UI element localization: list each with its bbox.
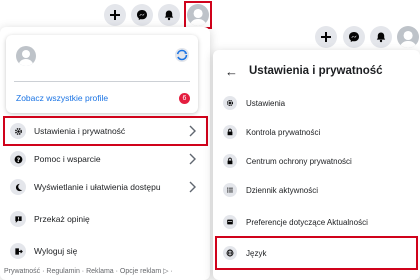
settings-panel-title: Ustawienia i prywatność (249, 65, 383, 77)
settings-item-settings[interactable]: Ustawienia (213, 91, 420, 115)
menu-item-label: Przekaż opinię (34, 214, 90, 224)
menu-item-label: Wyświetlanie i ułatwienia dostępu (34, 182, 161, 192)
menu-item-label: Wyloguj się (34, 246, 78, 256)
footer-links[interactable]: Prywatność · Regulamin · Reklama · Opcje… (4, 267, 173, 275)
profile-avatar (16, 46, 36, 66)
moon-icon (10, 179, 26, 195)
lock-icon (223, 125, 237, 139)
bell-icon (376, 32, 386, 43)
account-menu-panel: Zobacz wszystkie profile 6 Ustawienia i … (0, 27, 210, 280)
settings-item-label: Preferencje dotyczące Aktualności (246, 217, 368, 227)
back-arrow-icon[interactable]: ← (225, 64, 241, 79)
messenger-button[interactable] (131, 4, 153, 26)
messenger-icon (137, 10, 147, 20)
plus-icon (321, 32, 331, 42)
chevron-right-icon (189, 181, 196, 193)
feedback-icon (10, 211, 26, 227)
svg-text:?: ? (16, 156, 20, 163)
list-icon (223, 183, 237, 197)
menu-item-give-feedback[interactable]: Przekaż opinię (0, 206, 210, 232)
create-button[interactable] (104, 4, 126, 26)
menu-item-label: Pomoc i wsparcie (34, 154, 101, 164)
profile-card-divider (14, 81, 190, 82)
profiles-badge: 6 (179, 93, 190, 104)
bell-icon (164, 10, 174, 21)
notifications-button[interactable] (158, 4, 180, 26)
language-highlight (215, 236, 418, 270)
settings-privacy-highlight (3, 116, 208, 146)
account-avatar[interactable] (397, 26, 419, 48)
messenger-icon (349, 32, 359, 42)
chevron-right-icon (189, 153, 196, 165)
settings-item-label: Ustawienia (246, 98, 286, 108)
account-avatar-highlight (184, 1, 212, 29)
settings-item-label: Kontrola prywatności (246, 127, 321, 137)
menu-item-help-support[interactable]: ? Pomoc i wsparcie (0, 146, 210, 172)
menu-item-log-out[interactable]: Wyloguj się (0, 238, 210, 264)
profile-card[interactable]: Zobacz wszystkie profile 6 (6, 35, 198, 113)
settings-panel-header: ← Ustawienia i prywatność (213, 60, 420, 82)
settings-item-privacy-center[interactable]: Centrum ochrony prywatności (213, 149, 420, 173)
logout-icon (10, 243, 26, 259)
lock-icon (223, 154, 237, 168)
menu-item-display-accessibility[interactable]: Wyświetlanie i ułatwienia dostępu (0, 174, 210, 200)
notifications-button[interactable] (370, 26, 392, 48)
question-icon: ? (10, 151, 26, 167)
create-button[interactable] (315, 26, 337, 48)
settings-item-activity-log[interactable]: Dziennik aktywności (213, 178, 420, 202)
see-all-profiles-link[interactable]: Zobacz wszystkie profile (16, 93, 108, 103)
settings-item-label: Dziennik aktywności (246, 185, 319, 195)
messenger-button[interactable] (343, 26, 365, 48)
news-feed-icon (223, 215, 237, 229)
gear-icon (223, 96, 237, 110)
settings-item-privacy-checkup[interactable]: Kontrola prywatności (213, 120, 420, 144)
settings-item-label: Centrum ochrony prywatności (246, 156, 352, 166)
plus-icon (110, 10, 120, 20)
switch-profile-icon[interactable] (174, 47, 190, 63)
settings-item-news-feed-preferences[interactable]: Preferencje dotyczące Aktualności (213, 210, 420, 234)
